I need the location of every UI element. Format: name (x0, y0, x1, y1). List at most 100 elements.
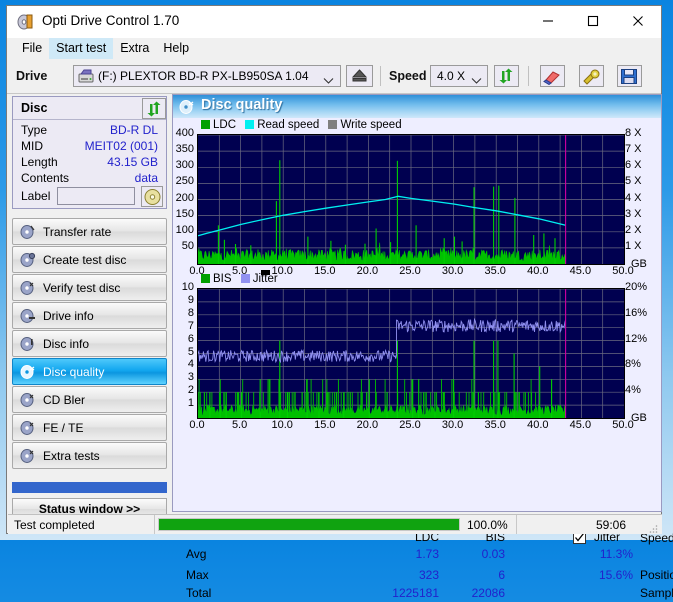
refresh-button[interactable] (494, 65, 519, 87)
disc-row-type: Type BD-R DL (13, 123, 166, 139)
save-button[interactable] (617, 65, 642, 87)
menu-file[interactable]: File (15, 38, 49, 59)
stats-max-bis: 6 (498, 568, 505, 582)
menu-bar: File Start test Extra Help (7, 38, 661, 59)
status-separator (154, 515, 155, 534)
y-tick: 8 (187, 306, 194, 319)
samples-stat-value: 705456 (662, 586, 673, 600)
left-pane: Disc Type BD-R DL MID MEIT02 (001) Lengt… (8, 94, 171, 520)
sidebar-item-transfer-rate[interactable]: Transfer rate (12, 218, 167, 245)
y-tick: 6 (187, 332, 194, 345)
stats-avg-bis: 0.03 (481, 547, 505, 561)
y-tick: 1 (187, 397, 194, 410)
sidebar-item-fe-te[interactable]: FE / TE (12, 414, 167, 441)
sidebar-label: Drive info (43, 309, 94, 323)
disc-refresh-button[interactable] (142, 98, 166, 119)
sidebar-item-drive-info[interactable]: Drive info (12, 302, 167, 329)
disc-bler-icon (20, 392, 36, 408)
menu-extra[interactable]: Extra (113, 38, 156, 59)
disc-row-length: Length 43.15 GB (13, 155, 166, 171)
drive-select[interactable]: (F:) PLEXTOR BD-R PX-LB950SA 1.04 (73, 65, 341, 87)
stats-total-bis: 22086 (471, 586, 505, 600)
bottom-chart-plot (197, 288, 625, 419)
menu-start-test[interactable]: Start test (49, 38, 114, 59)
x-tick: 25.0 (399, 265, 421, 277)
disc-drive-info-icon (20, 308, 36, 324)
stats-max-ldc: 323 (418, 568, 439, 582)
eject-button[interactable] (346, 65, 373, 87)
legend-label-read-speed: Read speed (257, 119, 320, 131)
tools-button[interactable] (579, 65, 604, 87)
disc-row-mid: MID MEIT02 (001) (13, 139, 166, 155)
stats-row-max-label: Max (186, 568, 209, 582)
status-bar: Test completed 100.0% 59:06 (8, 514, 662, 534)
y-tick: 3 (187, 371, 194, 384)
sidebar-item-disc-quality[interactable]: Disc quality (12, 358, 167, 385)
sidebar-item-extra-tests[interactable]: Extra tests (12, 442, 167, 469)
panel-title: Disc quality (201, 97, 283, 113)
speed-stat-value: 2.27 X (662, 531, 673, 545)
minimize-button[interactable] (525, 6, 570, 36)
disc-quality-icon (20, 364, 36, 380)
top-chart-legend: LDC Read speed Write speed (201, 119, 402, 131)
y2-tick: 8 X (625, 127, 642, 139)
app-window: Opti Drive Control 1.70 File Start test Ex… (6, 5, 673, 600)
close-button[interactable] (615, 6, 660, 36)
y-tick: 200 (175, 191, 194, 204)
y2-tick: 6 X (625, 159, 642, 172)
y2-tick: 3 X (625, 207, 642, 220)
legend-swatch-jitter (240, 274, 250, 283)
position-stat-value: 44187 MB (662, 568, 673, 582)
y-tick: 50 (181, 239, 194, 252)
speed-label: Speed (389, 69, 427, 83)
x-tick: 30.0 (441, 419, 464, 431)
maximize-button[interactable] (570, 6, 615, 36)
y-tick: 300 (175, 159, 194, 172)
y-tick: 4 (187, 358, 194, 371)
speed-value: 4.0 X (437, 69, 466, 83)
y2-tick: 8% (625, 358, 641, 371)
stats-avg-jitter: 11.3% (599, 547, 633, 561)
legend-label-write-speed: Write speed (340, 119, 402, 131)
disc-row-contents: Contents data (13, 171, 166, 187)
bottom-chart-legend: BIS Jitter (201, 273, 278, 285)
progress-bar (158, 518, 460, 531)
y-tick: 150 (175, 207, 194, 220)
status-text: Test completed (14, 518, 95, 532)
y2-tick: 5 X (625, 175, 642, 188)
right-pane: Disc quality LDC Read speed Write speed … (172, 94, 673, 600)
speed-select[interactable]: 4.0 X (430, 65, 488, 87)
disc-type-label: Type (21, 123, 48, 137)
y2-tick: 20% (625, 281, 648, 293)
sidebar-label: Disc info (43, 337, 90, 351)
sidebar-scrollbar[interactable] (12, 482, 167, 493)
erase-button[interactable] (540, 65, 565, 87)
window-title: Opti Drive Control 1.70 (42, 13, 180, 28)
x-tick: 35.0 (484, 419, 506, 431)
menu-help[interactable]: Help (156, 38, 196, 59)
top-chart-plot (197, 134, 625, 265)
disc-mid-value: MEIT02 (001) (84, 139, 158, 153)
sidebar-label: Disc quality (43, 365, 105, 379)
disc-read-label-button[interactable] (141, 186, 163, 207)
disc-label-input[interactable] (57, 187, 135, 205)
disc-type-value: BD-R DL (109, 123, 158, 137)
stats-max-jitter: 15.6% (598, 568, 633, 582)
progress-bar-fill (159, 519, 459, 530)
x-tick: 15.0 (314, 419, 336, 431)
sidebar-item-create-test-disc[interactable]: Create test disc (12, 246, 167, 273)
disc-quality-icon (179, 99, 195, 115)
sidebar-item-verify-test-disc[interactable]: Verify test disc (12, 274, 167, 301)
disc-info-icon (20, 336, 36, 352)
bottom-chart-x-unit: GB (631, 412, 647, 424)
toolbar: Drive (F:) PLEXTOR BD-R PX-LB950SA 1.04 (7, 59, 661, 94)
x-tick: 25.0 (399, 419, 421, 431)
drive-value: (F:) PLEXTOR BD-R PX-LB950SA 1.04 (98, 69, 309, 83)
disc-transfer-icon (20, 224, 36, 240)
sidebar-item-disc-info[interactable]: Disc info (12, 330, 167, 357)
y-tick: 100 (175, 223, 194, 236)
y-tick: 10 (181, 281, 194, 293)
legend-swatch-read-speed (245, 120, 255, 129)
sidebar-item-cd-bler[interactable]: CD Bler (12, 386, 167, 413)
resize-grip[interactable] (648, 521, 658, 533)
